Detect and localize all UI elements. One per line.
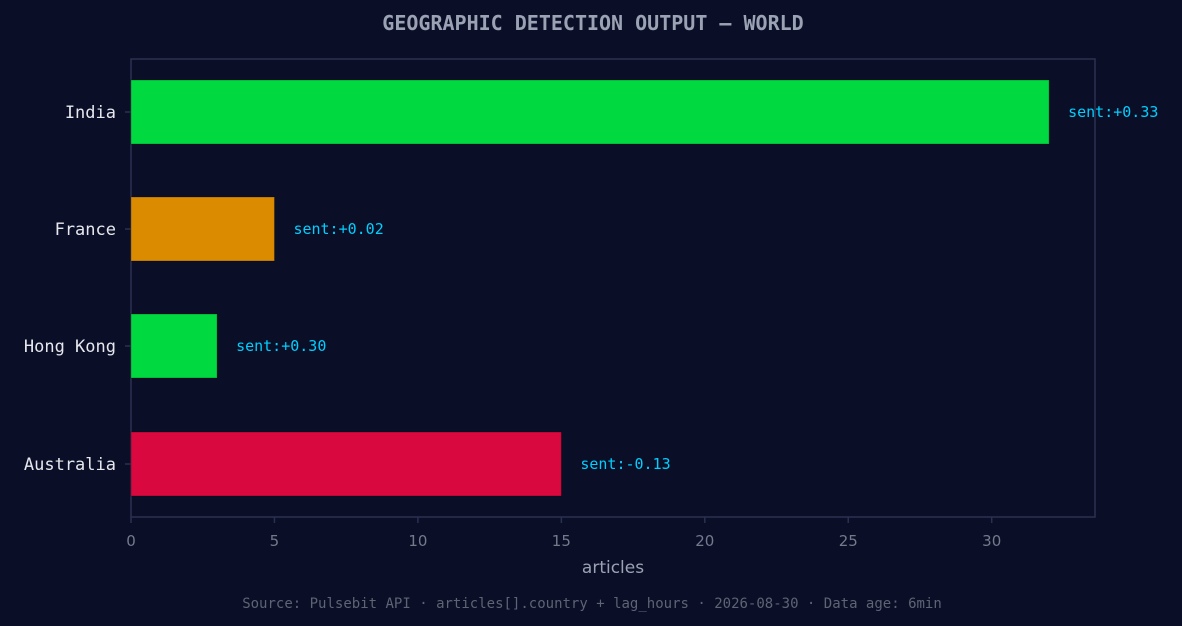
- bars-group: sent:+0.33 sent:+0.02 sent:+0.30 sent:-0.13: [130, 79, 1158, 497]
- x-axis-ticks: 0 5 10 15 20 25 30: [126, 517, 1001, 550]
- bar-india: [130, 79, 1050, 145]
- x-tick-label: 25: [839, 532, 858, 550]
- bar-australia: [130, 431, 562, 497]
- bar-value-label-australia: sent:-0.13: [580, 455, 670, 473]
- chart-container: GEOGRAPHIC DETECTION OUTPUT — WORLD sent…: [0, 0, 1182, 626]
- bar-hong-kong: [130, 313, 218, 379]
- bar-chart: GEOGRAPHIC DETECTION OUTPUT — WORLD sent…: [24, 11, 1159, 612]
- y-axis-categories: India France Hong Kong Australia: [24, 103, 131, 475]
- x-tick-label: 5: [270, 532, 280, 550]
- category-label-hong-kong: Hong Kong: [24, 337, 116, 357]
- x-axis-title: articles: [582, 558, 644, 578]
- chart-title: GEOGRAPHIC DETECTION OUTPUT — WORLD: [382, 11, 803, 35]
- x-tick-label: 10: [408, 532, 427, 550]
- category-label-india: India: [65, 103, 116, 123]
- bar-france: [130, 196, 275, 262]
- x-tick-label: 20: [695, 532, 714, 550]
- category-label-australia: Australia: [24, 455, 116, 475]
- category-label-france: France: [55, 220, 116, 240]
- x-tick-label: 15: [552, 532, 571, 550]
- bar-value-label-france: sent:+0.02: [293, 220, 383, 238]
- source-footnote: Source: Pulsebit API · articles[].countr…: [242, 596, 942, 612]
- x-tick-label: 30: [982, 532, 1001, 550]
- bar-value-label-india: sent:+0.33: [1068, 103, 1158, 121]
- x-tick-label: 0: [126, 532, 136, 550]
- bar-value-label-hong-kong: sent:+0.30: [236, 337, 326, 355]
